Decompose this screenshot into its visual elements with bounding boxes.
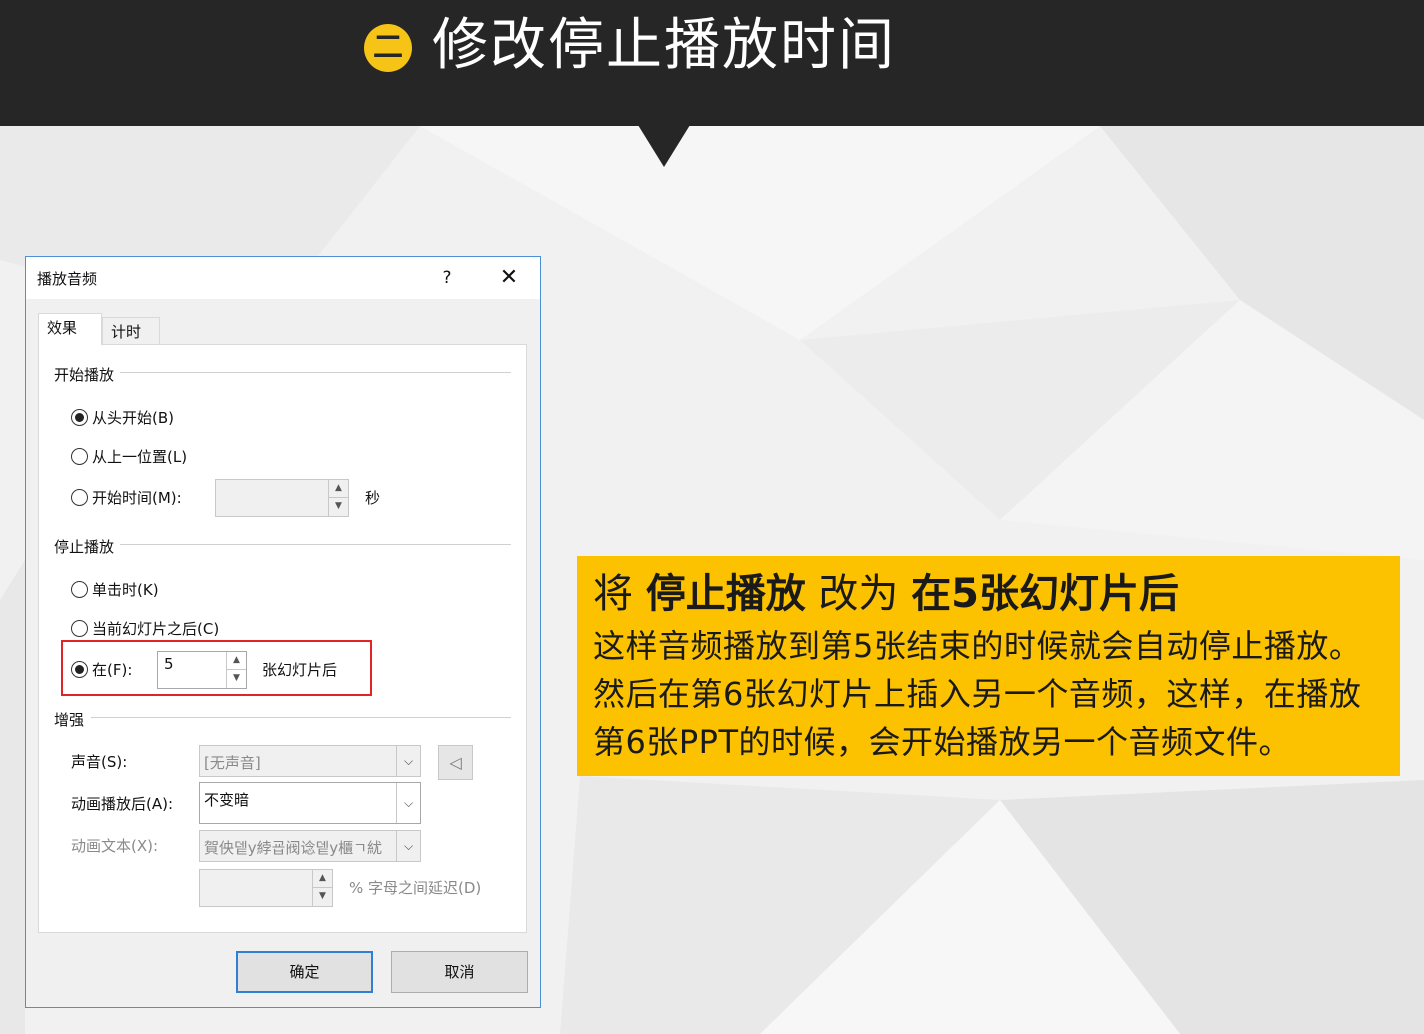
radio-label: 从上一位置(L) <box>92 448 188 466</box>
seconds-label: 秒 <box>365 489 381 507</box>
chevron-down-icon: ⌵ <box>396 783 420 823</box>
radio-indicator <box>71 620 88 637</box>
annotation-highlight-box <box>61 640 372 696</box>
group-divider <box>91 717 511 718</box>
callout-emphasis: 停止播放 <box>645 571 806 617</box>
effect-panel: 开始播放 从头开始(B) 从上一位置(L) 开始时间(M): ▲ ▼ 秒 停止播放… <box>38 344 527 933</box>
radio-label: 单击时(K) <box>92 581 159 599</box>
callout-headline: 将 停止播放 改为 在5张幻灯片后 <box>593 566 1400 622</box>
start-group-label: 开始播放 <box>54 364 121 385</box>
radio-after-current-slide[interactable]: 当前幻灯片之后(C) <box>71 618 219 639</box>
page-title: 修改停止播放时间 <box>432 13 896 78</box>
stepper-arrows[interactable]: ▲ ▼ <box>328 480 348 516</box>
sound-select[interactable]: [无声音] ⌵ <box>199 745 421 777</box>
radio-start-time[interactable]: 开始时间(M): <box>71 487 182 508</box>
radio-indicator <box>71 448 88 465</box>
cancel-button[interactable]: 取消 <box>391 951 528 993</box>
speaker-icon[interactable]: ◁ <box>438 745 473 780</box>
callout-line: 第6张PPT的时候，会开始播放另一个音频文件。 <box>593 723 1292 761</box>
chevron-down-icon: ⌵ <box>396 746 420 776</box>
after-animation-value: 不变暗 <box>204 791 250 809</box>
letter-delay-label: % 字母之间延迟(D) <box>349 879 482 897</box>
callout-text: 改为 <box>805 571 912 617</box>
radio-from-last-position[interactable]: 从上一位置(L) <box>71 446 187 467</box>
help-button[interactable]: ? <box>430 263 464 293</box>
after-animation-select[interactable]: 不变暗 ⌵ <box>199 782 421 824</box>
radio-indicator <box>71 409 88 426</box>
callout-emphasis: 在5张幻灯片后 <box>911 571 1179 617</box>
section-number-badge: 二 <box>364 24 412 72</box>
radio-label: 开始时间(M): <box>92 489 182 507</box>
after-animation-label: 动画播放后(A): <box>71 795 174 813</box>
banner-pointer <box>638 125 690 167</box>
animate-text-value: 賀佒뎉y綍굡阀谂뎉y櫃ㄱ紌 <box>204 839 382 857</box>
radio-label: 当前幻灯片之后(C) <box>92 620 220 638</box>
animate-text-select[interactable]: 賀佒뎉y綍굡阀谂뎉y櫃ㄱ紌 ⌵ <box>199 830 421 862</box>
letter-delay-stepper[interactable]: ▲ ▼ <box>199 869 333 907</box>
radio-indicator <box>71 581 88 598</box>
dialog-titlebar: 播放音频 ? ✕ <box>26 257 540 299</box>
callout-line: 然后在第6张幻灯片上插入另一个音频，这样，在播放 <box>593 675 1362 713</box>
start-time-stepper[interactable]: ▲ ▼ <box>215 479 349 517</box>
explanation-callout: 将 停止播放 改为 在5张幻灯片后 这样音频播放到第5张结束的时候就会自动停止播… <box>577 556 1400 776</box>
animate-text-label: 动画文本(X): <box>71 837 159 855</box>
dialog-title: 播放音频 <box>37 270 98 288</box>
sound-label: 声音(S): <box>71 753 128 771</box>
group-divider <box>119 544 511 545</box>
close-button[interactable]: ✕ <box>492 263 526 293</box>
radio-from-beginning[interactable]: 从头开始(B) <box>71 407 174 428</box>
radio-indicator <box>71 489 88 506</box>
radio-label: 从头开始(B) <box>92 409 174 427</box>
stepper-arrows[interactable]: ▲ ▼ <box>312 870 332 906</box>
sound-value: [无声音] <box>204 754 261 772</box>
radio-on-click[interactable]: 单击时(K) <box>71 579 159 600</box>
group-divider <box>119 372 511 373</box>
play-audio-dialog: 播放音频 ? ✕ 效果 计时 开始播放 从头开始(B) 从上一位置(L) 开始时… <box>25 256 541 1008</box>
stop-group-label: 停止播放 <box>54 536 121 557</box>
callout-text: 将 <box>593 571 646 617</box>
chevron-down-icon: ⌵ <box>396 831 420 861</box>
callout-line: 这样音频播放到第5张结束的时候就会自动停止播放。 <box>593 627 1362 665</box>
tab-timing[interactable]: 计时 <box>102 317 160 347</box>
tab-effect[interactable]: 效果 <box>38 313 102 345</box>
enhance-group-label: 增强 <box>54 709 91 730</box>
ok-button[interactable]: 确定 <box>236 951 373 993</box>
